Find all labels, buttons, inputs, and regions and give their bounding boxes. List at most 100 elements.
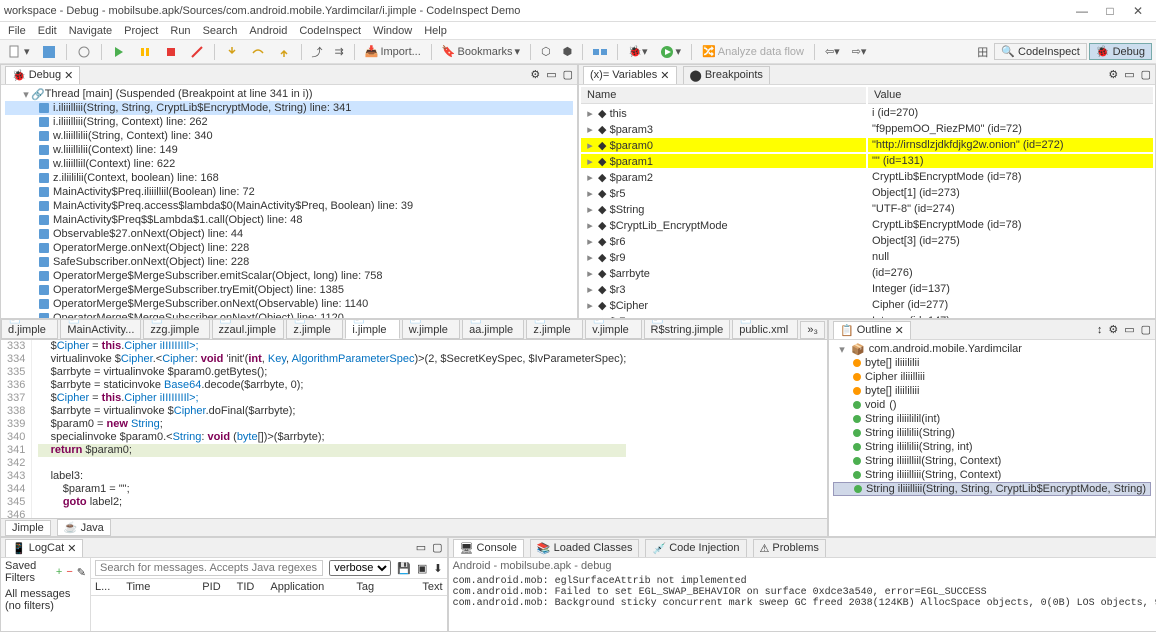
menu-navigate[interactable]: Navigate: [65, 25, 116, 37]
stack-frame[interactable]: OperatorMerge$MergeSubscriber.tryEmit(Ob…: [5, 283, 573, 297]
stack-frame[interactable]: z.iliililii(Context, boolean) line: 168: [5, 171, 573, 185]
editor-tab[interactable]: 📄 zzaul.jimple: [212, 320, 285, 339]
code-injection-tab[interactable]: 💉 Code Injection: [645, 539, 746, 557]
skip-breakpoints-button[interactable]: [73, 45, 95, 59]
stack-frame[interactable]: OperatorMerge$MergeSubscriber.onNext(Obj…: [5, 311, 573, 318]
logcat-level-select[interactable]: verbose: [329, 560, 391, 576]
menu-project[interactable]: Project: [120, 25, 162, 37]
perspective-codeinspect[interactable]: 🔍 CodeInspect: [994, 43, 1087, 60]
outline-item[interactable]: String iliiililil(int): [833, 412, 1151, 426]
save-button[interactable]: [38, 45, 60, 59]
variable-row[interactable]: ▸ ◆ $param1"" (id=131): [581, 154, 1153, 168]
max-icon[interactable]: ▢: [1141, 68, 1151, 81]
perspective-debug[interactable]: 🐞 Debug: [1089, 43, 1152, 60]
step-into-button[interactable]: [221, 45, 243, 59]
disconnect-button[interactable]: [186, 45, 208, 59]
menu-edit[interactable]: Edit: [34, 25, 61, 37]
stack-frame[interactable]: Observable$27.onNext(Object) line: 44: [5, 227, 573, 241]
step-over-button[interactable]: [247, 45, 269, 59]
maximize-button[interactable]: □: [1096, 4, 1124, 18]
outline-tab[interactable]: 📋 Outline ✕: [833, 321, 911, 339]
bookmarks-button[interactable]: 🔖 Bookmarks ▾: [438, 45, 524, 58]
stack-frame[interactable]: w.liiilliil(Context) line: 622: [5, 157, 573, 171]
menu-run[interactable]: Run: [166, 25, 194, 37]
menu-codeinspect[interactable]: CodeInspect: [295, 25, 365, 37]
close-button[interactable]: ✕: [1124, 4, 1152, 18]
max-icon[interactable]: ▢: [1141, 323, 1151, 336]
terminate-button[interactable]: [160, 45, 182, 59]
menu-android[interactable]: Android: [245, 25, 291, 37]
code-editor[interactable]: 3333343353363373383393403413423433443453…: [1, 340, 827, 518]
editor-tab[interactable]: 📄 MainActivity...: [60, 320, 141, 339]
variable-row[interactable]: ▸ ◆ $param3"f9ppemOO_RiezPM0" (id=72): [581, 122, 1153, 136]
import-button[interactable]: 📥 Import...: [361, 45, 425, 58]
variable-row[interactable]: ▸ ◆ $arrbyte(id=276): [581, 266, 1153, 280]
menu-file[interactable]: File: [4, 25, 30, 37]
editor-tab[interactable]: 📄 zzg.jimple: [143, 320, 209, 339]
edit-filter-icon[interactable]: ✎: [77, 566, 86, 579]
outline-item[interactable]: byte[] iliililiii: [833, 384, 1151, 398]
menu-help[interactable]: Help: [420, 25, 451, 37]
back-button[interactable]: ⇦▾: [821, 45, 844, 58]
stack-frame[interactable]: MainActivity$Preq.access$lambda$0(MainAc…: [5, 199, 573, 213]
min-icon[interactable]: ▭: [1124, 68, 1134, 81]
editor-tab[interactable]: 📄 i.jimple: [345, 320, 399, 339]
max-icon[interactable]: ▢: [563, 68, 573, 81]
console-tab[interactable]: 🖥 Console: [453, 539, 524, 557]
min-icon[interactable]: ▭: [1124, 323, 1134, 336]
outline-item[interactable]: void (): [833, 398, 1151, 412]
editor-tab[interactable]: 📄 w.jimple: [402, 320, 460, 339]
stack-frame[interactable]: w.liiillilii(String, Context) line: 340: [5, 129, 573, 143]
scroll-lock-icon[interactable]: ⬇: [433, 562, 442, 575]
toggle-breakpoint-button[interactable]: ⬡: [537, 45, 555, 58]
new-button[interactable]: ▾: [4, 45, 34, 59]
variable-row[interactable]: ▸ ◆ $param0"http://irnsdlzjdkfdjkg2w.oni…: [581, 138, 1153, 152]
debug-tab[interactable]: 🐞 Debug ✕: [5, 66, 80, 84]
editor-tab[interactable]: 📄 public.xml: [732, 320, 798, 339]
problems-tab[interactable]: ⚠ Problems: [753, 539, 826, 557]
variables-tab[interactable]: (x)= Variables ✕: [583, 66, 677, 84]
stack-frame[interactable]: w.liiillilii(Context) line: 149: [5, 143, 573, 157]
remove-filter-icon[interactable]: −: [66, 566, 72, 578]
logcat-tab[interactable]: 📱 LogCat ✕: [5, 539, 83, 557]
stack-frame[interactable]: OperatorMerge$MergeSubscriber.onNext(Obs…: [5, 297, 573, 311]
variable-row[interactable]: ▸ ◆ $CipherCipher (id=277): [581, 298, 1153, 312]
ddms-button[interactable]: [589, 45, 611, 59]
variable-row[interactable]: ▸ ◆ $r6Object[3] (id=275): [581, 234, 1153, 248]
outline-sort-icon[interactable]: ↕: [1097, 324, 1103, 336]
step-return-button[interactable]: [273, 45, 295, 59]
stack-frame[interactable]: i.iliiilliii(String, Context) line: 262: [5, 115, 573, 129]
all-messages-filter[interactable]: All messages (no filters): [5, 588, 86, 612]
resume-button[interactable]: [108, 45, 130, 59]
breakpoints-tab[interactable]: ⬤ Breakpoints: [683, 66, 770, 84]
min-icon[interactable]: ▭: [416, 541, 426, 554]
outline-menu-icon[interactable]: ⚙: [1108, 323, 1118, 336]
stack-frame[interactable]: MainActivity$Preq$$Lambda$1.call(Object)…: [5, 213, 573, 227]
jimple-tab[interactable]: Jimple: [5, 520, 51, 536]
variable-row[interactable]: ▸ ◆ $r5Object[1] (id=273): [581, 186, 1153, 200]
variables-table[interactable]: NameValue ▸ ◆ thisi (id=270)▸ ◆ $param3"…: [579, 85, 1155, 318]
outline-item[interactable]: String iliililii(String, int): [833, 440, 1151, 454]
loaded-classes-tab[interactable]: 📚 Loaded Classes: [530, 539, 640, 557]
outline-item[interactable]: String iliiilliii(String, Context): [833, 468, 1151, 482]
debug-stack[interactable]: ▾🔗 Thread [main] (Suspended (Breakpoint …: [1, 85, 577, 318]
variable-row[interactable]: ▸ ◆ $String"UTF-8" (id=274): [581, 202, 1153, 216]
outline-item[interactable]: byte[] iliiililii: [833, 356, 1151, 370]
toggle-watchpoint-button[interactable]: ⬢: [559, 45, 577, 58]
editor-tab[interactable]: 📄 z.jimple: [526, 320, 583, 339]
variable-row[interactable]: ▸ ◆ thisi (id=270): [581, 106, 1153, 120]
analyze-button[interactable]: 🔀 Analyze data flow: [698, 45, 808, 58]
editor-tab[interactable]: 📄 z.jimple: [286, 320, 343, 339]
vars-menu-icon[interactable]: ⚙: [1108, 68, 1118, 81]
editor-tabs[interactable]: 📄 d.jimple📄 MainActivity...📄 zzg.jimple📄…: [1, 320, 827, 340]
logcat-search-input[interactable]: [95, 560, 323, 576]
stack-frame[interactable]: SafeSubscriber.onNext(Object) line: 228: [5, 255, 573, 269]
editor-tab[interactable]: 📄 aa.jimple: [462, 320, 524, 339]
clear-log-icon[interactable]: ▣: [417, 562, 427, 575]
menu-window[interactable]: Window: [369, 25, 416, 37]
stack-frame[interactable]: MainActivity$Preq.iliiilliil(Boolean) li…: [5, 185, 573, 199]
save-log-icon[interactable]: 💾: [397, 562, 411, 575]
menu-search[interactable]: Search: [199, 25, 242, 37]
outline-item[interactable]: String iliiilliil(String, Context): [833, 454, 1151, 468]
outline-item[interactable]: String iliiilliii(String, String, CryptL…: [833, 482, 1151, 496]
